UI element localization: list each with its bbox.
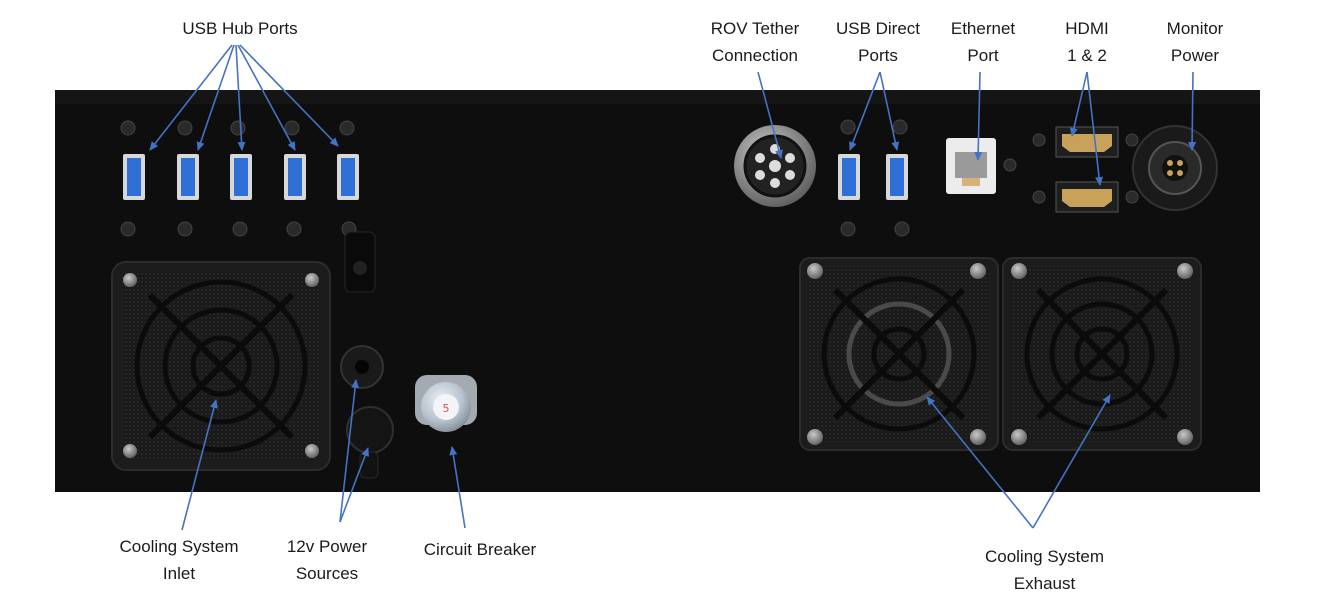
label-monitor-power-line1: Monitor <box>1166 19 1224 38</box>
ethernet-port <box>946 138 996 194</box>
label-hdmi: HDMI 1 & 2 <box>1047 15 1127 69</box>
label-cooling-inlet: Cooling System Inlet <box>108 533 250 587</box>
label-cooling-inlet-line2: Inlet <box>162 564 196 583</box>
label-12v-power: 12v Power Sources <box>272 533 382 587</box>
cooling-exhaust-fan-2 <box>1002 257 1202 451</box>
usb-hub-port-3 <box>230 154 252 200</box>
usb-hub-port-1 <box>123 154 145 200</box>
usb-hub-port-4 <box>284 154 306 200</box>
label-12v-power-line2: Sources <box>295 564 359 583</box>
hdmi-port-2 <box>1055 181 1119 213</box>
device-rear-panel-diagram: 5 <box>55 44 1260 531</box>
label-usb-hub-ports-text: USB Hub Ports <box>182 19 298 38</box>
label-ethernet: Ethernet Port <box>938 15 1028 69</box>
label-rov-tether-line2: Connection <box>711 46 798 65</box>
svg-text:5: 5 <box>443 402 450 415</box>
usb-direct-port-1 <box>838 154 860 200</box>
label-circuit-breaker-text: Circuit Breaker <box>423 540 537 559</box>
label-cooling-exhaust-line2: Exhaust <box>1013 574 1076 593</box>
usb-hub-port-2 <box>177 154 199 200</box>
label-usb-hub-ports: USB Hub Ports <box>170 15 310 42</box>
label-monitor-power: Monitor Power <box>1150 15 1240 69</box>
label-cooling-exhaust-line1: Cooling System <box>984 547 1105 566</box>
cooling-inlet-fan <box>111 261 331 471</box>
label-rov-tether-line1: ROV Tether <box>710 19 800 38</box>
label-hdmi-line2: 1 & 2 <box>1067 46 1107 65</box>
label-usb-direct: USB Direct Ports <box>823 15 933 69</box>
label-cooling-exhaust: Cooling System Exhaust <box>972 543 1117 597</box>
label-12v-power-line1: 12v Power <box>286 537 368 556</box>
label-usb-direct-line2: Ports <box>858 46 898 65</box>
monitor-power-connector <box>1132 125 1218 211</box>
hdmi-port-1 <box>1055 126 1119 158</box>
label-rov-tether: ROV Tether Connection <box>695 15 815 69</box>
cooling-exhaust-fan-1 <box>799 257 999 451</box>
label-hdmi-line1: HDMI <box>1065 19 1109 38</box>
label-circuit-breaker: Circuit Breaker <box>405 536 555 563</box>
usb-hub-port-5 <box>337 154 359 200</box>
label-ethernet-line1: Ethernet <box>950 19 1016 38</box>
label-cooling-inlet-line1: Cooling System <box>119 537 239 556</box>
label-monitor-power-line2: Power <box>1170 46 1220 65</box>
usb-direct-port-2 <box>886 154 908 200</box>
circuit-breaker: 5 <box>415 375 477 432</box>
label-usb-direct-line1: USB Direct <box>835 19 921 38</box>
label-ethernet-line2: Port <box>967 46 999 65</box>
